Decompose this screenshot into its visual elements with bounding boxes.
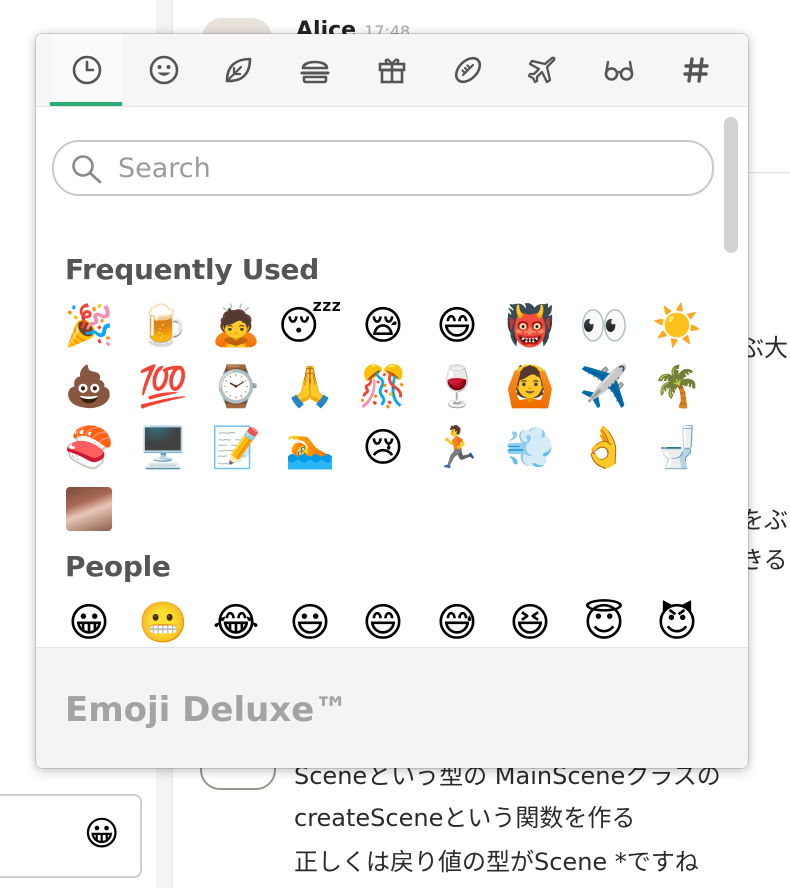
burger-icon xyxy=(300,60,330,84)
search-icon xyxy=(72,155,102,184)
message-text: 正しくは戻り値の型がScene *ですね xyxy=(294,848,699,876)
emoji-item[interactable]: 🙆 xyxy=(499,356,561,418)
emoji-item[interactable]: 🍷 xyxy=(426,356,488,418)
emoji-item[interactable]: 💯 xyxy=(132,356,194,418)
football-icon xyxy=(454,56,482,84)
tab-food[interactable] xyxy=(280,34,350,106)
clock-icon xyxy=(72,55,102,85)
emoji-item[interactable]: 😬 xyxy=(132,592,194,647)
emoji-item[interactable]: 💨 xyxy=(499,417,561,479)
scrollbar-thumb[interactable] xyxy=(724,117,738,253)
emoji-item[interactable]: 👌 xyxy=(573,417,635,479)
tab-celebration[interactable] xyxy=(357,34,427,106)
tab-people[interactable] xyxy=(129,34,199,106)
emoji-item[interactable]: 🖥️ xyxy=(132,417,194,479)
emoji-item[interactable]: 🚽 xyxy=(646,417,708,479)
emoji-list[interactable]: Frequently Used 🎉🍺🙇😴😪😄👹👀☀️💩💯⌚🙏🎊🍷🙆✈️🌴🍣🖥️📝… xyxy=(36,107,748,647)
smiley-icon xyxy=(149,55,179,85)
message-composer[interactable]: 😀 xyxy=(0,794,142,878)
emoji-item[interactable]: 😀 xyxy=(58,592,120,647)
emoji-item[interactable]: 😴 xyxy=(278,295,342,357)
emoji-item[interactable]: 🏊 xyxy=(279,417,341,479)
section-title: People xyxy=(65,550,171,583)
emoji-item[interactable]: 😂 xyxy=(205,592,267,647)
search-field[interactable] xyxy=(52,140,714,196)
tab-nature[interactable] xyxy=(203,34,273,106)
emoji-item[interactable]: 😃 xyxy=(279,592,341,647)
emoji-item[interactable]: 🏃 xyxy=(426,417,488,479)
emoji-item[interactable]: 🎊 xyxy=(352,356,414,418)
section-title: Frequently Used xyxy=(65,253,319,286)
emoji-item[interactable]: 🙏 xyxy=(279,356,341,418)
emoji-item[interactable]: ✈️ xyxy=(573,356,635,418)
tab-objects[interactable] xyxy=(584,34,654,106)
emoji-item[interactable]: 😆 xyxy=(499,592,561,647)
emoji-item[interactable]: 📝 xyxy=(205,417,267,479)
emoji-item[interactable]: 🎉 xyxy=(58,295,120,357)
gift-icon xyxy=(378,58,406,84)
category-tabs xyxy=(36,34,748,107)
emoji-item[interactable]: 😅 xyxy=(426,592,488,647)
emoji-item[interactable]: 😄 xyxy=(426,295,488,357)
emoji-item[interactable]: ⌚ xyxy=(205,356,267,418)
emoji-item[interactable]: 😢 xyxy=(352,417,414,479)
emoji-item[interactable]: 🍣 xyxy=(58,417,120,479)
emoji-picker: Frequently Used 🎉🍺🙇😴😪😄👹👀☀️💩💯⌚🙏🎊🍷🙆✈️🌴🍣🖥️📝… xyxy=(36,34,748,768)
glasses-icon xyxy=(604,60,634,81)
custom-avatar-emoji xyxy=(66,487,112,531)
emoji-item[interactable]: 😪 xyxy=(352,295,414,357)
hash-icon xyxy=(683,57,709,83)
tab-activity[interactable] xyxy=(433,34,503,106)
emoji-item[interactable]: 👹 xyxy=(499,295,561,357)
emoji-item[interactable]: 👀 xyxy=(573,295,635,357)
picker-footer: Emoji Deluxe™ xyxy=(36,647,748,768)
emoji-item[interactable]: 😈 xyxy=(646,592,708,647)
emoji-item[interactable]: 🙇 xyxy=(205,295,267,357)
tab-recent[interactable] xyxy=(50,34,122,106)
emoji-item[interactable]: 🌴 xyxy=(646,356,708,418)
emoji-item[interactable]: ☀️ xyxy=(646,295,708,357)
airplane-icon xyxy=(527,56,556,84)
emoji-item[interactable]: 💩 xyxy=(58,356,120,418)
emoji-button[interactable]: 😀 xyxy=(84,812,119,856)
tab-travel[interactable] xyxy=(507,34,577,106)
emoji-item[interactable]: 😄 xyxy=(352,592,414,647)
search-input[interactable] xyxy=(116,150,700,186)
message-text: createSceneという関数を作る xyxy=(294,804,636,832)
leaf-icon xyxy=(225,57,252,83)
emoji-item[interactable]: 🍺 xyxy=(132,295,194,357)
picker-footer-title: Emoji Deluxe™ xyxy=(65,690,349,730)
emoji-item[interactable] xyxy=(58,478,120,540)
emoji-item[interactable]: 😇 xyxy=(573,592,635,647)
tab-symbols[interactable] xyxy=(661,34,731,106)
